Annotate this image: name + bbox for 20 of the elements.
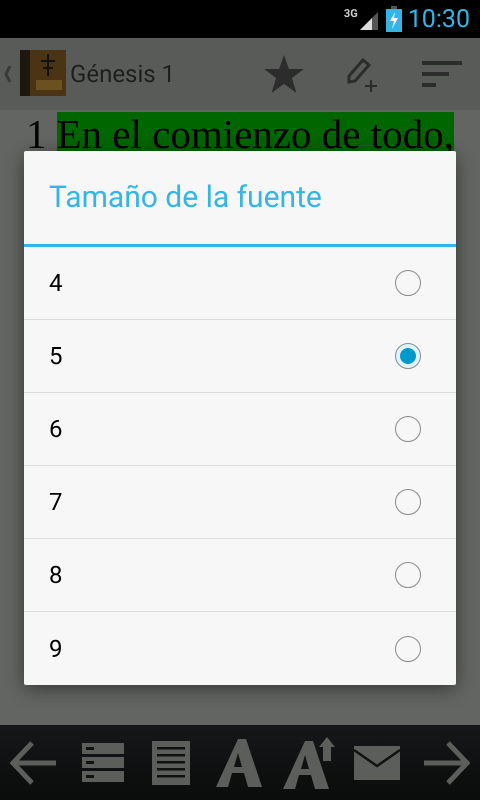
radio-button[interactable] [395,562,421,588]
font-size-option[interactable]: 8 [24,539,456,612]
font-size-option[interactable]: 6 [24,393,456,466]
clock: 10:30 [408,6,470,32]
verse-number: 1 [26,112,48,156]
font-size-option[interactable]: 7 [24,466,456,539]
battery-icon [386,6,402,32]
dialog-title: Tamaño de la fuente [49,179,322,217]
network-label: 3G [344,8,358,19]
menu-icon [422,61,462,87]
font-size-option[interactable]: 9 [24,612,456,685]
star-icon [264,55,304,93]
chapter-title: Génesis 1 [70,59,176,90]
radio-button[interactable] [395,416,421,442]
radio-button[interactable] [395,343,421,369]
radio-button[interactable] [395,636,421,662]
radio-button[interactable] [395,489,421,515]
radio-button[interactable] [395,270,421,296]
font-size-option[interactable]: 5 [24,320,456,393]
font-size-option[interactable]: 4 [24,247,456,320]
